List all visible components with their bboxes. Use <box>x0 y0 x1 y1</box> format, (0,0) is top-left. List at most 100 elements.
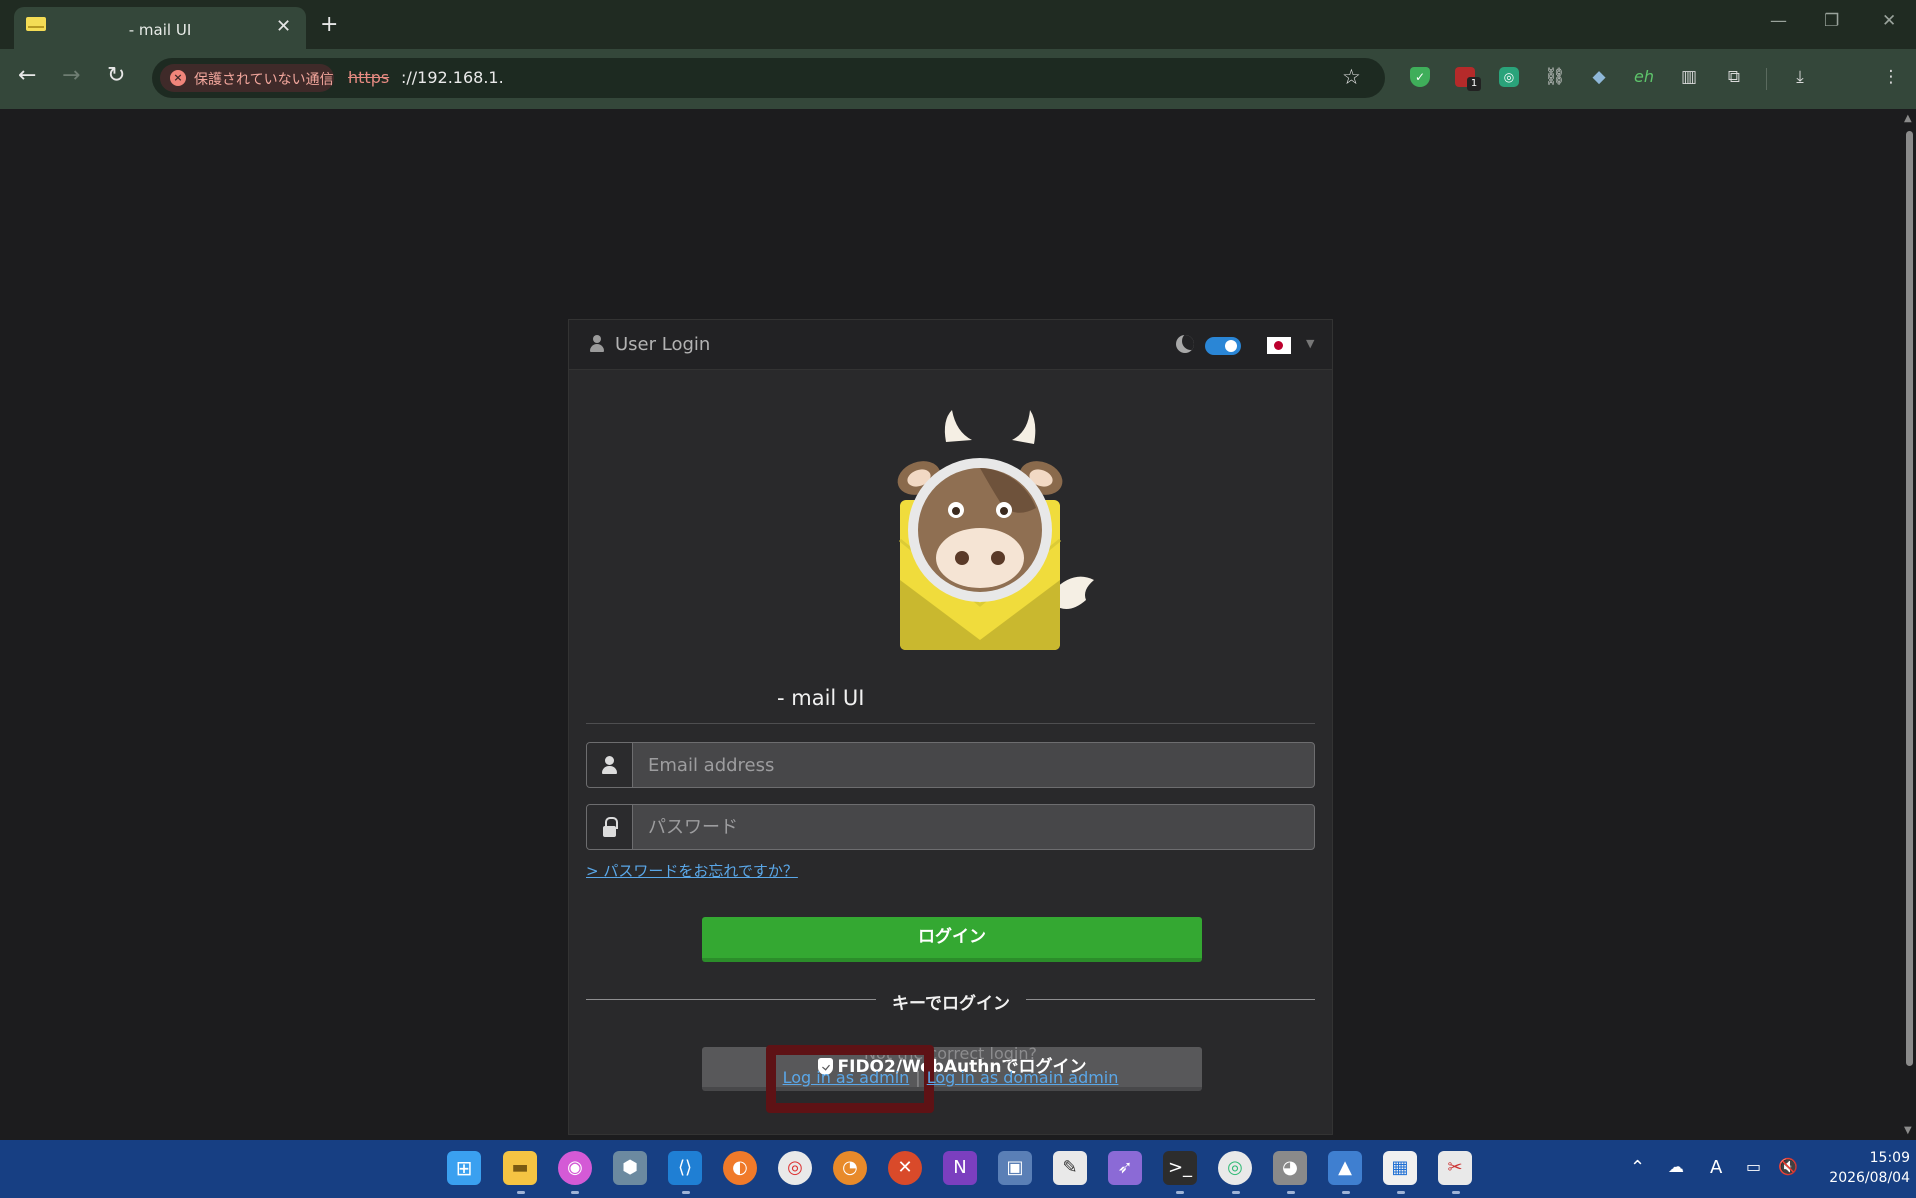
eh-extension-icon[interactable]: eh <box>1634 67 1654 87</box>
menu-kebab-icon[interactable]: ⋮ <box>1881 67 1901 87</box>
separator-line-right <box>1026 999 1315 1000</box>
new-tab-button[interactable]: + <box>320 12 338 37</box>
running-indicator <box>1176 1191 1184 1194</box>
login-as-domain-admin-link[interactable]: Log in as domain admin <box>927 1068 1119 1087</box>
restore-icon[interactable]: ❐ <box>1824 11 1839 31</box>
email-input-group <box>586 742 1315 788</box>
translate-extension-icon[interactable]: ◆ <box>1589 67 1609 87</box>
window-close-icon[interactable]: ✕ <box>1882 11 1896 31</box>
security-chip[interactable]: × 保護されていない通信 <box>160 64 334 92</box>
running-indicator <box>1342 1191 1350 1194</box>
windows-start-icon[interactable]: ⊞ <box>447 1151 481 1185</box>
file-explorer-icon[interactable]: ▬ <box>503 1151 537 1185</box>
password-input-group <box>586 804 1315 850</box>
japan-flag-icon[interactable] <box>1267 337 1291 354</box>
red-extension-icon[interactable]: 1 <box>1455 67 1481 91</box>
cow-mascot-logo <box>897 410 1094 650</box>
clock-date: 2026/08/04 <box>1829 1170 1910 1186</box>
running-indicator <box>1397 1191 1405 1194</box>
header-title: User Login <box>615 334 711 355</box>
remote-desktop-icon[interactable]: ▣ <box>998 1151 1032 1185</box>
forgot-password-link[interactable]: > パスワードをお忘れですか？ <box>586 860 798 881</box>
card-header: User Login ▼ <box>569 320 1332 370</box>
tab-title: - mail UI <box>128 21 192 39</box>
not-correct-login-text: Not the correct login? <box>863 1044 1038 1063</box>
language-caret-icon[interactable]: ▼ <box>1306 337 1314 350</box>
page-viewport: User Login ▼ - mail UI Email address > パ… <box>0 109 1916 1140</box>
shield-extension-icon[interactable]: ✓ <box>1410 67 1430 87</box>
back-icon[interactable]: ← <box>18 63 36 88</box>
notebook-icon[interactable]: ✎ <box>1053 1151 1087 1185</box>
lock-icon <box>587 805 633 849</box>
running-indicator <box>682 1191 690 1194</box>
onenote-icon[interactable]: N <box>943 1151 977 1185</box>
reload-icon[interactable]: ↻ <box>107 63 125 88</box>
firefox-icon[interactable]: ◐ <box>723 1151 757 1185</box>
scroll-down-icon[interactable]: ▼ <box>1904 1125 1912 1136</box>
app-swirl-icon[interactable]: ◉ <box>558 1151 592 1185</box>
title-divider <box>586 723 1315 724</box>
terminal-icon[interactable]: >_ <box>1163 1151 1197 1185</box>
running-indicator <box>1232 1191 1240 1194</box>
snipping-tool-icon[interactable]: ✂ <box>1438 1151 1472 1185</box>
running-indicator <box>1287 1191 1295 1194</box>
running-indicator <box>1452 1191 1460 1194</box>
forward-icon[interactable]: → <box>62 63 80 88</box>
key-login-separator: キーでログイン <box>892 994 1010 1014</box>
cloud-offline-icon[interactable]: ☁ <box>1668 1157 1684 1176</box>
windows-taskbar: ⊞ ▬ ◉ ⬢ ⟨⟩ ◐ ◎ ◔ ✕ N ▣ ✎ ➶ >_ ◎ ◕ ▲ ▦ ✂ … <box>0 1140 1916 1198</box>
blender-icon[interactable]: ◔ <box>833 1151 867 1185</box>
scroll-up-icon[interactable]: ▲ <box>1904 113 1912 124</box>
ime-indicator[interactable]: A <box>1710 1157 1722 1178</box>
user-icon <box>587 743 633 787</box>
url-scheme: https <box>348 68 390 87</box>
store-icon[interactable]: ▦ <box>1383 1151 1417 1185</box>
chrome-profile-icon[interactable]: ◎ <box>1218 1151 1252 1185</box>
email-input[interactable] <box>634 743 1314 787</box>
browser-toolbar: ← → ↻ × 保護されていない通信 https ://192.168.1. ☆… <box>0 49 1916 109</box>
taskbar-clock[interactable]: 15:09 2026/08/04 <box>1810 1148 1910 1188</box>
extension-badge: 1 <box>1467 77 1481 91</box>
address-bar[interactable]: × 保護されていない通信 https ://192.168.1. ☆ <box>152 58 1385 98</box>
browser-tab-active[interactable]: - mail UI ✕ <box>14 7 306 49</box>
xampp-icon[interactable]: ✕ <box>888 1151 922 1185</box>
puzzle-extensions-icon[interactable]: ⧉ <box>1724 67 1744 87</box>
page-scrollbar[interactable]: ▲ ▼ <box>1901 109 1916 1140</box>
tab-close-icon[interactable]: ✕ <box>276 16 291 37</box>
gimp-icon[interactable]: ◕ <box>1273 1151 1307 1185</box>
trash-extension-icon[interactable]: ▥ <box>1679 67 1699 87</box>
minimize-icon[interactable]: — <box>1770 11 1787 31</box>
running-indicator <box>517 1191 525 1194</box>
network-icon[interactable]: ▭ <box>1746 1157 1761 1176</box>
running-indicator <box>571 1191 579 1194</box>
app-title: - mail UI <box>777 686 865 710</box>
chrome-icon[interactable]: ◎ <box>778 1151 812 1185</box>
clock-time: 15:09 <box>1869 1150 1910 1166</box>
app-cube-icon[interactable]: ⬢ <box>613 1151 647 1185</box>
toolbar-divider <box>1766 68 1767 90</box>
security-label: 保護されていない通信 <box>194 72 334 88</box>
link-extension-icon[interactable]: ⛓ <box>1544 67 1566 87</box>
bookmark-star-icon[interactable]: ☆ <box>1342 65 1361 89</box>
password-input[interactable] <box>634 805 1314 849</box>
browser-tab-bar: - mail UI ✕ + — ❐ ✕ <box>0 0 1916 49</box>
chatgpt-extension-icon[interactable]: ◎ <box>1499 67 1519 87</box>
not-secure-icon: × <box>170 70 186 86</box>
vscode-icon[interactable]: ⟨⟩ <box>668 1151 702 1185</box>
url-host: ://192.168.1. <box>401 68 504 87</box>
login-card: User Login ▼ - mail UI Email address > パ… <box>568 319 1333 1135</box>
dark-mode-toggle[interactable] <box>1205 337 1241 355</box>
photos-icon[interactable]: ▲ <box>1328 1151 1362 1185</box>
separator-line-left <box>586 999 876 1000</box>
scroll-thumb[interactable] <box>1906 131 1913 1066</box>
feather-icon[interactable]: ➶ <box>1108 1151 1142 1185</box>
tray-overflow-chevron-icon[interactable]: ⌃ <box>1630 1157 1645 1178</box>
link-separator: | <box>915 1068 921 1087</box>
moon-icon <box>1176 335 1194 353</box>
login-button[interactable]: ログイン <box>702 917 1202 962</box>
download-icon[interactable]: ⤓ <box>1790 67 1810 87</box>
volume-muted-icon[interactable]: 🔇 <box>1778 1157 1798 1176</box>
login-as-admin-link[interactable]: Log in as admin <box>783 1068 910 1087</box>
user-icon <box>589 335 605 353</box>
toggle-knob <box>1225 340 1237 352</box>
